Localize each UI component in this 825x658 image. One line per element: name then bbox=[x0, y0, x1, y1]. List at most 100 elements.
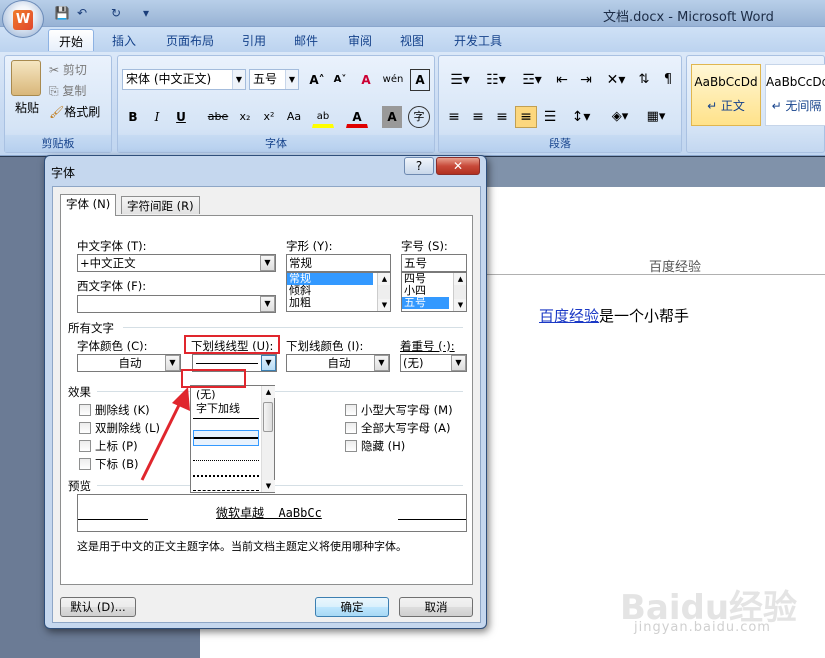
chevron-down-icon[interactable]: ▼ bbox=[374, 355, 389, 371]
multilevel-list-icon[interactable]: ☲▾ bbox=[515, 69, 549, 91]
redo-icon[interactable]: ↻ bbox=[108, 5, 124, 21]
font-name-combo[interactable]: 宋体 (中文正文) ▼ bbox=[122, 69, 246, 90]
subscript-checkbox[interactable] bbox=[79, 458, 91, 470]
tab-mailings[interactable]: 邮件 bbox=[284, 29, 328, 51]
tab-view[interactable]: 视图 bbox=[390, 29, 434, 51]
highlight-button[interactable]: ab bbox=[312, 106, 334, 128]
numbering-icon[interactable]: ☷▾ bbox=[479, 69, 513, 91]
underline-option-thick-selected[interactable] bbox=[193, 430, 259, 446]
decrease-indent-icon[interactable]: ⇤ bbox=[551, 69, 573, 91]
chevron-down-icon[interactable]: ▼ bbox=[451, 355, 466, 371]
chevron-down-icon[interactable]: ▼ bbox=[261, 355, 276, 371]
all-caps-checkbox[interactable] bbox=[345, 422, 357, 434]
paste-button[interactable]: 粘贴 bbox=[9, 98, 45, 118]
shading-icon[interactable]: ◈▾ bbox=[603, 106, 637, 128]
underline-option-thick-dotted[interactable] bbox=[193, 464, 259, 477]
tab-page-layout[interactable]: 页面布局 bbox=[156, 29, 224, 51]
sort-icon[interactable]: ⇅ bbox=[633, 69, 655, 91]
italic-button[interactable]: I bbox=[146, 106, 168, 128]
west-font-input[interactable] bbox=[77, 295, 276, 313]
tab-references[interactable]: 引用 bbox=[232, 29, 276, 51]
font-size-input[interactable]: 五号 bbox=[401, 254, 467, 272]
cancel-button[interactable]: 取消 bbox=[399, 597, 473, 617]
align-left-icon[interactable]: ≡ bbox=[443, 106, 465, 128]
font-style-input[interactable]: 常规 bbox=[286, 254, 391, 272]
font-color-button[interactable]: A bbox=[346, 106, 368, 128]
header-text[interactable]: 百度经验 bbox=[649, 256, 701, 275]
help-button[interactable]: ? bbox=[404, 157, 434, 175]
ok-button[interactable]: 确定 bbox=[315, 597, 389, 617]
line-spacing-icon[interactable]: ↕▾ bbox=[565, 106, 597, 128]
paste-icon[interactable] bbox=[11, 60, 41, 96]
cut-button[interactable]: ✂ 剪切 bbox=[49, 60, 105, 80]
document-line[interactable]: 百度经验是一个小帮手 bbox=[539, 305, 689, 326]
bold-button[interactable]: B bbox=[122, 106, 144, 128]
scroll-down-icon[interactable]: ▼ bbox=[454, 299, 466, 311]
underline-option-dashed[interactable] bbox=[193, 478, 259, 491]
bullets-icon[interactable]: ☰▾ bbox=[443, 69, 477, 91]
distributed-icon[interactable]: ☰ bbox=[539, 106, 561, 128]
format-painter-button[interactable]: 🖌格式刷 bbox=[49, 102, 111, 122]
scroll-up-icon[interactable]: ▲ bbox=[454, 273, 466, 285]
undo-icon[interactable]: ↶ bbox=[74, 5, 90, 21]
align-right-icon[interactable]: ≡ bbox=[491, 106, 513, 128]
underline-type-dropdown[interactable]: (无) 字下加线 ▲ ▼ bbox=[190, 385, 275, 493]
subscript-button[interactable]: x₂ bbox=[234, 106, 256, 128]
list-item[interactable]: 加粗 bbox=[287, 297, 390, 309]
strikethrough-checkbox[interactable] bbox=[79, 404, 91, 416]
tab-developer[interactable]: 开发工具 bbox=[444, 29, 512, 51]
scroll-up-icon[interactable]: ▲ bbox=[262, 386, 275, 398]
scrollbar[interactable]: ▲ ▼ bbox=[453, 273, 466, 311]
increase-indent-icon[interactable]: ⇥ bbox=[575, 69, 597, 91]
chevron-down-icon[interactable]: ▼ bbox=[285, 70, 298, 89]
default-button[interactable]: 默认 (D)... bbox=[60, 597, 136, 617]
grow-font-button[interactable]: A˄ bbox=[306, 69, 328, 91]
tab-insert[interactable]: 插入 bbox=[102, 29, 146, 51]
clear-format-button[interactable]: A bbox=[355, 69, 377, 91]
save-icon[interactable]: 💾 bbox=[54, 5, 70, 21]
scroll-thumb[interactable] bbox=[263, 402, 273, 432]
char-shading-button[interactable]: A bbox=[382, 106, 402, 128]
style-no-spacing[interactable]: AaBbCcDd ↵ 无间隔 bbox=[765, 64, 825, 126]
cn-font-input[interactable]: +中文正文 bbox=[77, 254, 276, 272]
show-marks-icon[interactable]: ¶ bbox=[658, 69, 678, 91]
scrollbar[interactable]: ▲ ▼ bbox=[377, 273, 390, 311]
underline-option-single[interactable] bbox=[193, 406, 259, 419]
style-normal[interactable]: AaBbCcDd ↵ 正文 bbox=[691, 64, 761, 126]
close-button[interactable]: ✕ bbox=[436, 157, 480, 175]
tab-font[interactable]: 字体 (N) bbox=[60, 194, 117, 216]
small-caps-checkbox[interactable] bbox=[345, 404, 357, 416]
strikethrough-button[interactable]: abe bbox=[204, 106, 232, 128]
copy-button[interactable]: ⎘ 复制 bbox=[49, 81, 105, 101]
borders-icon[interactable]: ▦▾ bbox=[639, 106, 673, 128]
dropdown-scrollbar[interactable]: ▲ ▼ bbox=[261, 386, 275, 492]
char-border-button[interactable]: A bbox=[410, 69, 430, 91]
tab-char-spacing[interactable]: 字符间距 (R) bbox=[121, 196, 200, 214]
phonetic-guide-button[interactable]: wén bbox=[381, 69, 405, 91]
font-size-list[interactable]: 四号 小四 五号 ▲ ▼ bbox=[401, 272, 467, 312]
scroll-down-icon[interactable]: ▼ bbox=[378, 299, 390, 311]
enclose-char-button[interactable]: 字 bbox=[408, 106, 430, 128]
font-style-list[interactable]: 常规 倾斜 加粗 ▲ ▼ bbox=[286, 272, 391, 312]
customize-qat-icon[interactable]: ▾ bbox=[138, 5, 154, 21]
tab-home[interactable]: 开始 bbox=[48, 29, 95, 51]
hidden-checkbox[interactable] bbox=[345, 440, 357, 452]
tab-review[interactable]: 审阅 bbox=[338, 29, 382, 51]
double-strike-checkbox[interactable] bbox=[79, 422, 91, 434]
chinese-layout-icon[interactable]: ✕▾ bbox=[601, 69, 631, 91]
align-center-icon[interactable]: ≡ bbox=[467, 106, 489, 128]
superscript-checkbox[interactable] bbox=[79, 440, 91, 452]
list-item[interactable]: 五号 bbox=[402, 297, 449, 309]
chevron-down-icon[interactable]: ▼ bbox=[260, 296, 275, 312]
scroll-up-icon[interactable]: ▲ bbox=[378, 273, 390, 285]
chevron-down-icon[interactable]: ▼ bbox=[165, 355, 180, 371]
shrink-font-button[interactable]: A˅ bbox=[330, 69, 350, 91]
underline-option-none[interactable]: (无) bbox=[193, 388, 261, 402]
superscript-button[interactable]: x² bbox=[258, 106, 280, 128]
document-link[interactable]: 百度经验 bbox=[539, 307, 599, 325]
scroll-down-icon[interactable]: ▼ bbox=[262, 480, 275, 492]
chevron-down-icon[interactable]: ▼ bbox=[260, 255, 275, 271]
font-size-combo[interactable]: 五号 ▼ bbox=[249, 69, 299, 90]
office-button[interactable]: W bbox=[2, 0, 44, 38]
underline-option-dotted[interactable] bbox=[193, 448, 259, 461]
